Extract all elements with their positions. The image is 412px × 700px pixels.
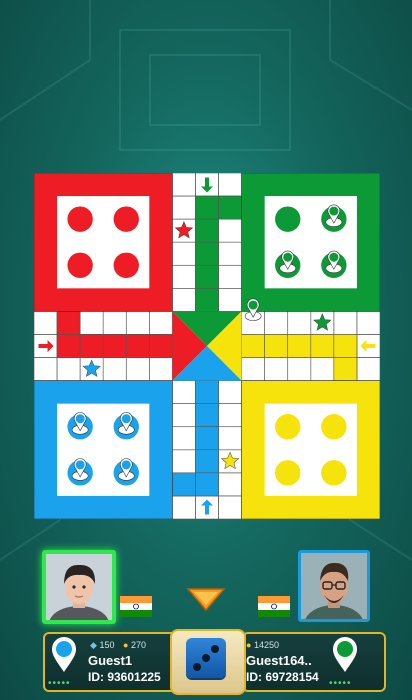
- yellow-home-spot: [275, 414, 301, 440]
- player1-gems: 150: [99, 640, 115, 650]
- turn-arrow-icon: [186, 588, 226, 612]
- dice-button[interactable]: [186, 638, 226, 678]
- player2-avatar[interactable]: [298, 550, 370, 622]
- dice-pip: [202, 654, 210, 662]
- player1-avatar[interactable]: [42, 550, 116, 624]
- coin-icon: ●: [246, 640, 252, 650]
- player1-progress-dots: •••••: [48, 678, 71, 689]
- red-home-spot: [113, 252, 139, 278]
- red-home-inner: [57, 196, 150, 289]
- red-home-spot: [67, 206, 93, 232]
- yellow-home-spot: [321, 414, 347, 440]
- player2-location-pin-icon: [333, 637, 357, 672]
- green-home-inner: [264, 196, 357, 289]
- red-home-spot: [113, 206, 139, 232]
- player2-coins: 14250: [253, 640, 279, 650]
- india-flag-icon: [258, 596, 290, 617]
- dice-pip: [193, 663, 201, 671]
- green-home-spot: [275, 206, 301, 232]
- red-home-spot: [67, 252, 93, 278]
- dice-pip: [211, 645, 219, 653]
- player1-stats: ◆ 150 ● 270: [90, 640, 146, 651]
- player1-location-pin-icon: [52, 637, 76, 672]
- yellow-home-spot: [321, 460, 347, 486]
- player1-coins: 270: [130, 640, 146, 650]
- blue-home-inner: [57, 403, 150, 496]
- player2-stats: ● 14250: [246, 640, 279, 650]
- player2-name: Guest164..: [246, 653, 312, 668]
- ludo-board[interactable]: [34, 173, 380, 519]
- player1-id: ID: 93601225: [88, 670, 161, 684]
- player2-progress-dots: •••••: [329, 678, 352, 689]
- yellow-home-spot: [275, 460, 301, 486]
- gem-icon: ◆: [90, 640, 97, 650]
- coin-icon: ●: [122, 640, 129, 650]
- yellow-home-inner: [264, 403, 357, 496]
- player1-name: Guest1: [88, 653, 133, 668]
- india-flag-icon: [120, 596, 152, 617]
- player2-id: ID: 69728154: [246, 670, 319, 684]
